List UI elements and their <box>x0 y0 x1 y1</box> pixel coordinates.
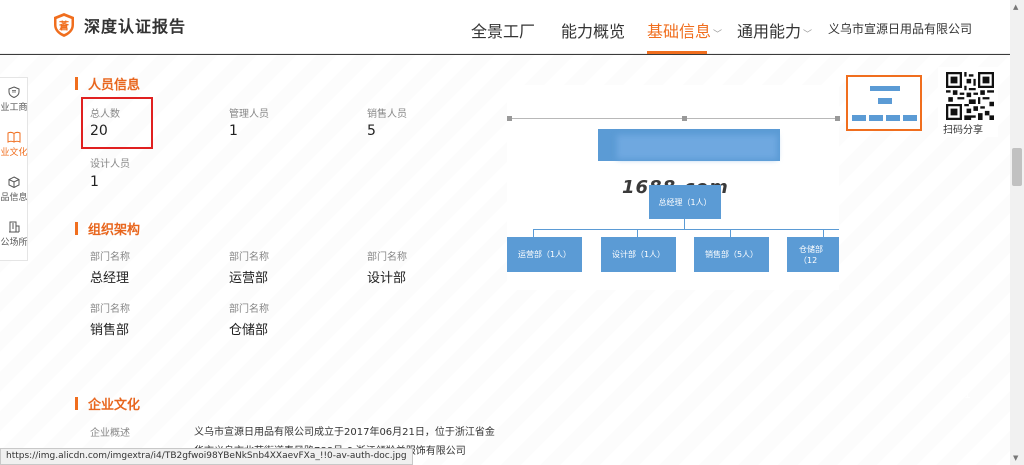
org-box-child: 仓储部（12 <box>787 237 839 272</box>
sidenav-label: 公场所 <box>0 238 28 248</box>
org-connector <box>533 229 839 230</box>
nav-general-capability[interactable]: 通用能力 ﹀ <box>737 18 812 42</box>
image-thumbnail[interactable] <box>846 75 922 131</box>
resize-handle <box>835 116 840 121</box>
qr-code-icon <box>946 72 994 120</box>
eye-icon <box>960 376 976 386</box>
nav-label: 基础信息 <box>647 22 712 41</box>
nav-capability-overview[interactable]: 能力概览 <box>561 18 625 42</box>
nav-panorama-factory[interactable]: 全景工厂 <box>471 18 535 42</box>
field-label-dept: 部门名称 <box>367 252 407 263</box>
nav-label: 能力概览 <box>561 22 626 41</box>
status-bar-url: https://img.alicdn.com/imgextra/i4/TB2gf… <box>0 448 413 465</box>
field-label-management: 管理人员 <box>229 109 269 120</box>
field-label-design: 设计人员 <box>90 159 130 170</box>
field-label-overview: 企业概述 <box>90 428 130 439</box>
shield-icon <box>8 86 20 98</box>
field-label-dept: 部门名称 <box>229 304 269 315</box>
field-label-dept: 部门名称 <box>90 252 130 263</box>
field-value-dept: 总经理 <box>90 271 130 286</box>
sidenav-item-business[interactable]: 业工商 <box>0 86 28 113</box>
org-connector <box>533 229 534 237</box>
section-bar <box>75 77 78 90</box>
field-value-dept: 设计部 <box>367 271 407 286</box>
section-title-text: 组织架构 <box>88 223 141 238</box>
section-title-text: 企业文化 <box>88 398 141 413</box>
book-icon <box>7 131 21 143</box>
field-label-total: 总人数 <box>90 109 120 120</box>
sidenav-label: 业工商 <box>0 103 28 113</box>
logo-glyph: 蒼 <box>58 20 69 33</box>
sidenav-item-culture[interactable]: 业文化 <box>0 131 28 158</box>
shield-logo-icon: 蒼 <box>54 13 74 37</box>
field-label-dept: 部门名称 <box>90 304 130 315</box>
org-chart-image[interactable]: 1688.com 总经理（1人） 运营部（1人） 设计部（1人） 销售部（5人）… <box>507 85 840 290</box>
scroll-down-arrow-icon[interactable]: ▼ <box>1013 454 1018 462</box>
sidenav-item-product[interactable]: 品信息 <box>0 176 28 203</box>
box-icon <box>8 176 20 188</box>
logo-text: 深度认证报告 <box>84 17 187 36</box>
field-value-sales: 5 <box>367 123 376 139</box>
scrollbar-thumb[interactable] <box>1012 148 1022 186</box>
nav-basic-info[interactable]: 基础信息 ﹀ <box>647 18 722 42</box>
culture-overview-line1: 义乌市宣源日用品有限公司成立于2017年06月21日，位于浙江省金 <box>194 427 495 438</box>
main-content: 人员信息 总人数 20 管理人员 1 销售人员 5 设计人员 1 组织架构 部门… <box>0 55 1010 465</box>
logo[interactable]: 蒼 深度认证报告 <box>52 12 186 38</box>
scrollbar-track[interactable] <box>1010 0 1024 465</box>
sidenav-label: 品信息 <box>0 193 28 203</box>
field-value-dept: 运营部 <box>229 271 269 286</box>
section-bar <box>75 397 78 410</box>
nav-active-underline <box>647 51 707 54</box>
nav-label: 全景工厂 <box>471 22 536 41</box>
org-box-child: 销售部（5人） <box>694 237 769 272</box>
field-value-design: 1 <box>90 174 99 190</box>
section-title-personnel: 人员信息 <box>75 74 140 93</box>
nav-label: 通用能力 <box>737 22 802 41</box>
thumb-box <box>869 115 883 121</box>
resize-handle <box>682 116 687 121</box>
thumb-box <box>903 115 917 121</box>
field-value-management: 1 <box>229 123 238 139</box>
field-label-dept: 部门名称 <box>229 252 269 263</box>
thumb-box <box>886 115 900 121</box>
resize-handle <box>507 116 512 121</box>
top-header: 蒼 深度认证报告 全景工厂 能力概览 基础信息 ﹀ 通用能力 ﹀ 义乌市宣源日用品有… <box>0 0 1010 54</box>
org-connector <box>730 229 731 237</box>
thumb-box <box>878 98 892 104</box>
field-value-dept: 销售部 <box>90 323 130 338</box>
section-title-org: 组织架构 <box>75 219 140 238</box>
thumb-box <box>870 86 900 91</box>
building-icon <box>9 221 20 233</box>
side-quick-nav: 业工商 业文化 品信息 公场所 <box>0 77 28 261</box>
blurred-name <box>617 135 777 159</box>
org-box-root: 总经理（1人） <box>649 185 721 219</box>
org-connector <box>684 219 685 229</box>
sidenav-item-office[interactable]: 公场所 <box>0 221 28 248</box>
view-count: 1 <box>964 388 971 401</box>
sidenav-label: 业文化 <box>0 148 28 158</box>
chevron-down-icon: ﹀ <box>803 30 813 40</box>
section-title-text: 人员信息 <box>88 78 141 93</box>
company-name[interactable]: 义乌市宣源日用品有限公司 <box>828 20 972 37</box>
org-connector <box>637 229 638 237</box>
field-value-dept: 仓储部 <box>229 323 269 338</box>
field-label-sales: 销售人员 <box>367 109 407 120</box>
section-bar <box>75 222 78 235</box>
section-title-culture: 企业文化 <box>75 394 140 413</box>
chevron-down-icon: ﹀ <box>713 30 723 40</box>
org-connector <box>823 229 824 237</box>
org-box-child: 设计部（1人） <box>601 237 676 272</box>
image-top-line <box>507 118 839 119</box>
qr-share-label: 扫码分享 <box>943 125 983 136</box>
thumb-box <box>852 115 866 121</box>
scroll-up-arrow-icon[interactable]: ▲ <box>1013 3 1018 11</box>
org-box-child: 运营部（1人） <box>507 237 582 272</box>
field-value-total: 20 <box>90 123 108 139</box>
